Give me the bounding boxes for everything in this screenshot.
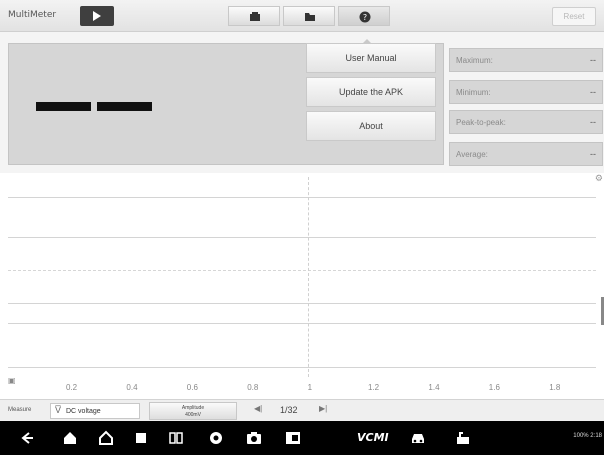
measure-select[interactable]: V̅ DC voltage [50, 403, 140, 419]
help-button[interactable]: ? [338, 6, 390, 26]
app-title: MultiMeter [8, 10, 57, 20]
stat-label: Maximum: [456, 56, 493, 65]
back-arrow-icon[interactable] [20, 430, 36, 446]
stat-label: Minimum: [456, 88, 491, 97]
diagnostic-icon[interactable] [455, 430, 471, 446]
x-tick-label: 0.6 [186, 383, 198, 392]
top-toolbar: MultiMeter ? Reset [0, 0, 604, 32]
status-bar-text: 100% 2:18 [573, 433, 602, 439]
stat-minimum: Minimum: -- [449, 80, 603, 104]
stat-value: -- [590, 87, 596, 97]
play-icon [93, 11, 101, 21]
split-screen-icon[interactable] [168, 430, 184, 446]
svg-text:?: ? [363, 13, 367, 22]
grid-line [8, 323, 596, 324]
next-page-icon[interactable]: ▶| [319, 404, 327, 413]
stat-peak-to-peak: Peak-to-peak: -- [449, 110, 603, 134]
help-dropdown-menu: User Manual Update the APK About [304, 43, 438, 145]
x-tick-label: 1.8 [549, 383, 561, 392]
house-outline-icon[interactable] [98, 430, 114, 446]
measure-label: Measure [8, 407, 32, 413]
center-line-vertical [308, 177, 309, 377]
stat-average: Average: -- [449, 142, 603, 166]
x-tick-label: 0.8 [247, 383, 259, 392]
print-button[interactable] [228, 6, 280, 26]
waveform-graph[interactable]: ▣ 0.20.40.60.811.21.41.61.82s [0, 173, 604, 399]
page-indicator: 1/32 [280, 405, 298, 415]
reading-dash [36, 102, 91, 111]
reset-button[interactable]: Reset [552, 7, 596, 26]
stat-label: Average: [456, 150, 488, 159]
x-tick-label: 1.6 [488, 383, 500, 392]
prev-page-icon[interactable]: ◀| [254, 404, 262, 413]
stat-value: -- [590, 55, 596, 65]
help-icon: ? [359, 11, 371, 23]
folder-button[interactable] [283, 6, 335, 26]
x-tick-label: 1.4 [428, 383, 440, 392]
play-button[interactable] [80, 6, 114, 26]
print-icon [250, 12, 260, 21]
amplitude-label: Amplitude [181, 405, 205, 411]
recent-apps-icon[interactable] [133, 430, 149, 446]
car-icon[interactable] [410, 430, 426, 446]
x-tick-label: 0.4 [126, 383, 138, 392]
stat-label: Peak-to-peak: [456, 118, 506, 127]
grid-line [8, 197, 596, 198]
center-line-horizontal [8, 270, 596, 271]
stat-value: -- [590, 117, 596, 127]
x-tick-label: 0.2 [66, 383, 78, 392]
stat-value: -- [590, 149, 596, 159]
home-icon[interactable] [62, 430, 78, 446]
screen-mirror-icon[interactable] [285, 430, 301, 446]
grid-line [8, 237, 596, 238]
reading-dash [97, 102, 152, 111]
camera-icon[interactable] [246, 430, 262, 446]
menu-item-user-manual[interactable]: User Manual [306, 43, 436, 73]
lock-icon[interactable]: ▣ [8, 376, 16, 385]
browser-icon[interactable] [208, 430, 224, 446]
grid-line [8, 367, 596, 368]
folder-icon [305, 13, 315, 21]
x-tick-label: 1.2 [368, 383, 380, 392]
measure-value: DC voltage [66, 408, 101, 415]
grid-line [8, 303, 596, 304]
x-tick-label: 1 [307, 383, 313, 392]
amplitude-value: 400mV [185, 412, 201, 418]
system-nav-bar: VCMI 100% 2:18 [0, 421, 604, 455]
gear-icon[interactable]: ⚙ [595, 173, 603, 184]
control-bar: Measure V̅ DC voltage Amplitude 400mV ◀|… [0, 399, 604, 421]
vcmi-icon[interactable]: VCMI [357, 431, 389, 444]
stat-maximum: Maximum: -- [449, 48, 603, 72]
amplitude-button[interactable]: Amplitude 400mV [149, 402, 237, 420]
voltage-icon: V̅ [55, 405, 62, 415]
menu-item-about[interactable]: About [306, 111, 436, 141]
menu-item-update-apk[interactable]: Update the APK [306, 77, 436, 107]
